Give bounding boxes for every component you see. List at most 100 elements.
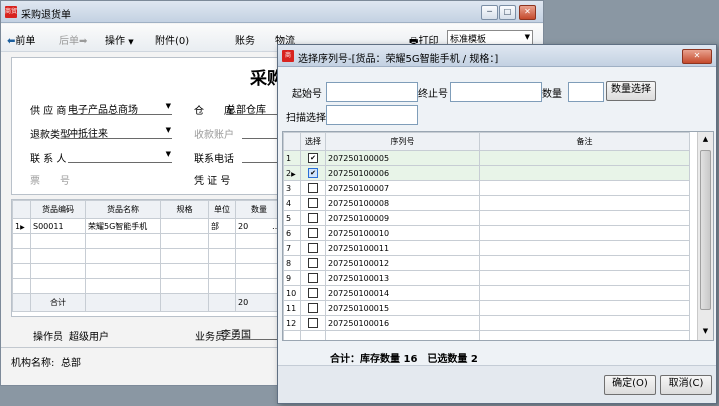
col-code-header[interactable]: 货品编码 — [30, 200, 86, 219]
serial-row[interactable]: 6 207250100010 — [283, 225, 690, 241]
scan-select-input[interactable] — [326, 105, 418, 125]
note-cell[interactable] — [479, 240, 690, 256]
serial-row[interactable]: 2▶ ✔ 207250100006 — [283, 165, 690, 181]
note-cell[interactable] — [479, 285, 690, 301]
note-cell[interactable] — [479, 225, 690, 241]
select-cell[interactable] — [300, 180, 326, 196]
note-cell[interactable] — [479, 180, 690, 196]
col-qty-header[interactable]: 数量 — [235, 200, 280, 219]
serial-row[interactable]: 9 207250100013 — [283, 270, 690, 286]
template-select[interactable]: 标准模板 ▼ — [447, 30, 533, 45]
item-unit[interactable]: 部 — [208, 218, 236, 234]
serial-number[interactable]: 207250100011 — [325, 240, 480, 256]
select-checkbox[interactable] — [308, 318, 318, 328]
col-select-header[interactable]: 选择 — [300, 132, 326, 151]
serial-row[interactable]: 10 207250100014 — [283, 285, 690, 301]
dialog-close-button[interactable]: ✕ — [682, 49, 712, 64]
select-cell[interactable] — [300, 225, 326, 241]
col-serial-header[interactable]: 序列号 — [325, 132, 480, 151]
select-checkbox[interactable] — [308, 273, 318, 283]
supplier-select[interactable]: 电子产品总商场 ▼ — [68, 100, 172, 116]
end-number-input[interactable] — [450, 82, 542, 102]
serial-number[interactable]: 207250100006 — [325, 165, 480, 181]
operations-menu[interactable]: 操作 ▼ — [105, 32, 134, 47]
serial-number[interactable]: 207250100005 — [325, 150, 480, 166]
select-cell[interactable] — [300, 210, 326, 226]
serial-row[interactable]: 5 207250100009 — [283, 210, 690, 226]
note-cell[interactable] — [479, 255, 690, 271]
scrollbar-thumb[interactable] — [700, 150, 711, 310]
minimize-button[interactable]: ─ — [481, 5, 498, 20]
item-name[interactable]: 荣耀5G智能手机 — [85, 218, 161, 234]
item-spec[interactable] — [160, 218, 209, 234]
contact-select[interactable]: ▼ — [68, 148, 172, 163]
select-checkbox[interactable] — [308, 198, 318, 208]
serial-row[interactable]: 4 207250100008 — [283, 195, 690, 211]
next-doc-button[interactable]: 后单➡ — [59, 32, 87, 47]
prev-doc-button[interactable]: ⬅前单 — [7, 32, 35, 47]
serial-row[interactable]: 12 207250100016 — [283, 315, 690, 331]
serial-number[interactable]: 207250100013 — [325, 270, 480, 286]
select-checkbox[interactable] — [308, 183, 318, 193]
scroll-up-arrow-icon[interactable]: ▲ — [698, 132, 713, 147]
select-checkbox[interactable] — [308, 243, 318, 253]
select-cell[interactable]: ✔ — [300, 165, 326, 181]
serial-number[interactable]: 207250100009 — [325, 210, 480, 226]
ok-button[interactable]: 确定(O) — [604, 375, 656, 395]
serial-number[interactable]: 207250100007 — [325, 180, 480, 196]
select-cell[interactable] — [300, 255, 326, 271]
col-unit-header[interactable]: 单位 — [208, 200, 236, 219]
note-cell[interactable] — [479, 315, 690, 331]
note-cell[interactable] — [479, 300, 690, 316]
row-number: 12 — [283, 315, 301, 331]
note-cell[interactable] — [479, 210, 690, 226]
select-checkbox[interactable] — [308, 213, 318, 223]
select-checkbox[interactable] — [308, 303, 318, 313]
select-cell[interactable] — [300, 285, 326, 301]
serial-row[interactable]: 7 207250100011 — [283, 240, 690, 256]
select-cell[interactable] — [300, 240, 326, 256]
note-cell[interactable] — [479, 270, 690, 286]
cancel-button[interactable]: 取消(C) — [660, 375, 712, 395]
item-code[interactable]: S00011 — [30, 218, 86, 234]
attachments-button[interactable]: 附件(0) — [155, 32, 189, 47]
note-cell[interactable] — [479, 195, 690, 211]
select-checkbox[interactable] — [308, 228, 318, 238]
select-checkbox[interactable]: ✔ — [308, 153, 318, 163]
serial-row[interactable]: 3 207250100007 — [283, 180, 690, 196]
select-checkbox[interactable]: ✔ — [308, 168, 318, 178]
serial-number[interactable]: 207250100008 — [325, 195, 480, 211]
select-cell[interactable] — [300, 300, 326, 316]
col-name-header[interactable]: 货品名称 — [85, 200, 161, 219]
vertical-scrollbar[interactable]: ▲ ▼ — [697, 132, 713, 340]
serial-number[interactable]: 207250100015 — [325, 300, 480, 316]
serial-row[interactable]: 8 207250100012 — [283, 255, 690, 271]
select-cell[interactable]: ✔ — [300, 150, 326, 166]
col-note-header[interactable]: 备注 — [479, 132, 690, 151]
select-cell[interactable] — [300, 270, 326, 286]
refund-type-select[interactable]: 冲抵往来 ▼ — [68, 124, 172, 140]
select-cell[interactable] — [300, 195, 326, 211]
quantity-select-button[interactable]: 数量选择 — [606, 81, 656, 101]
serial-number[interactable]: 207250100012 — [325, 255, 480, 271]
serial-row[interactable]: 1 ✔ 207250100005 — [283, 150, 690, 166]
scroll-down-arrow-icon[interactable]: ▼ — [698, 324, 713, 339]
start-number-input[interactable] — [326, 82, 418, 102]
note-cell[interactable] — [479, 165, 690, 181]
finance-button[interactable]: 账务 — [235, 32, 255, 47]
serial-number[interactable]: 207250100010 — [325, 225, 480, 241]
select-checkbox[interactable] — [308, 288, 318, 298]
serial-number[interactable]: 207250100016 — [325, 315, 480, 331]
close-button[interactable]: ✕ — [519, 5, 536, 20]
note-cell[interactable] — [479, 150, 690, 166]
salesman-select[interactable]: 李勇国 — [221, 325, 281, 341]
select-checkbox[interactable] — [308, 258, 318, 268]
serial-row[interactable]: 11 207250100015 — [283, 300, 690, 316]
item-qty[interactable]: 20… — [235, 218, 280, 234]
quantity-input[interactable] — [568, 82, 604, 102]
serial-number[interactable]: 207250100014 — [325, 285, 480, 301]
select-cell[interactable] — [300, 315, 326, 331]
table-row[interactable]: 1▶ S00011 荣耀5G智能手机 部 20… — [12, 218, 280, 234]
col-spec-header[interactable]: 规格 — [160, 200, 209, 219]
maximize-button[interactable]: □ — [499, 5, 516, 20]
